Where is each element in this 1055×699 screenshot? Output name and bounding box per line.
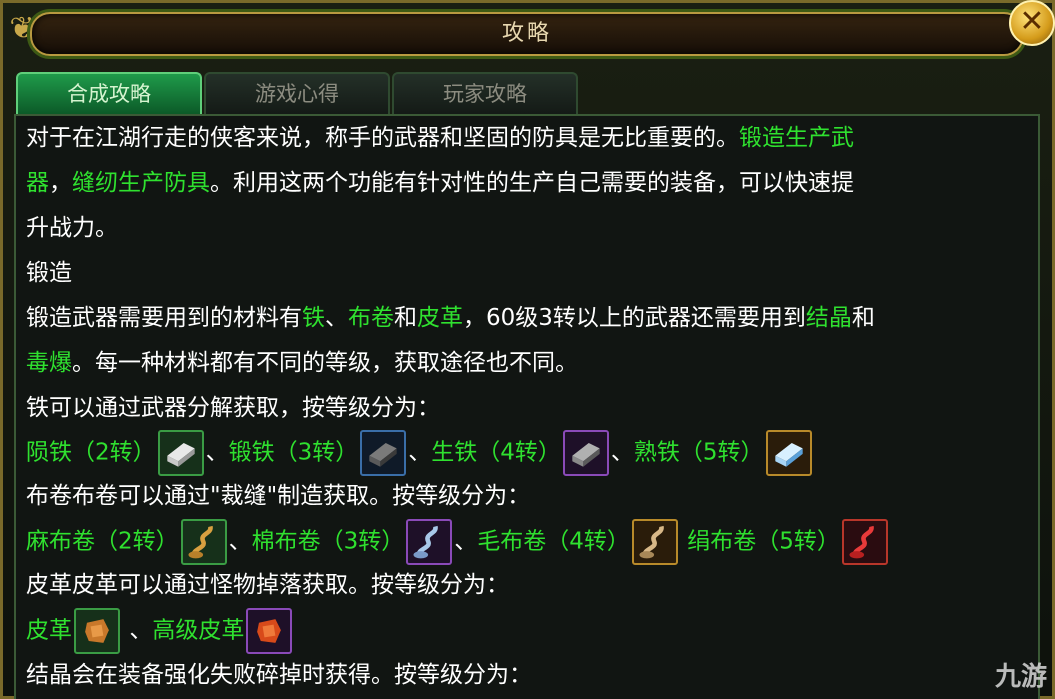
cloth-roll-icon[interactable]	[841, 519, 888, 565]
cloth-roll-icon[interactable]	[631, 519, 678, 565]
item-linen-roll: 麻布卷（2转）	[26, 528, 179, 555]
paragraph-intro: 对于在江湖行走的侠客来说，称手的武器和坚固的防具是无比重要的。锻造生产武	[26, 125, 854, 151]
item-cast-iron: 熟铁（5转）	[633, 439, 764, 466]
item-pig-iron: 生铁（4转）	[431, 439, 561, 466]
title-bar: 攻略	[30, 12, 1024, 56]
item-leather: 皮革	[26, 617, 72, 644]
leather-intro: 皮革皮革可以通过怪物掉落获取。按等级分为：	[26, 572, 509, 598]
iron-ingot-icon[interactable]	[562, 430, 609, 476]
section-heading-forge: 锻造	[26, 260, 72, 286]
paragraph-intro-3: 升战力。	[26, 215, 118, 241]
item-wool-roll: 毛布卷（4转）	[477, 528, 630, 555]
window-title: 攻略	[501, 21, 552, 46]
paragraph-materials-2: 毒爆。每一种材料都有不同的等级，获取途径也不同。	[26, 350, 578, 376]
cloth-list: 麻布卷（2转） 、棉布卷（3转） 、毛布卷（4转） 绢布卷（5转）	[26, 519, 890, 565]
tab-game-tips[interactable]: 游戏心得	[204, 72, 390, 114]
leather-list: 皮革 、高级皮革	[26, 608, 294, 654]
link-forge-weapon: 锻造生产武	[739, 125, 854, 151]
paragraph-materials: 锻造武器需要用到的材料有铁、布卷和皮革，60级3转以上的武器还需要用到结晶和	[26, 305, 875, 331]
guide-content: 对于在江湖行走的侠客来说，称手的武器和坚固的防具是无比重要的。锻造生产武 器，缝…	[14, 114, 1040, 699]
link-sew-armor: 缝纫生产防具	[72, 170, 210, 196]
iron-ingot-icon[interactable]	[157, 430, 204, 476]
cloth-intro: 布卷布卷可以通过"裁缝"制造获取。按等级分为：	[26, 483, 531, 509]
item-cotton-roll: 棉布卷（3转）	[251, 528, 405, 555]
tab-player-guide[interactable]: 玩家攻略	[392, 72, 578, 114]
paragraph-intro-2: 器，缝纫生产防具。利用这两个功能有针对性的生产自己需要的装备，可以快速提	[26, 170, 854, 196]
cloth-roll-icon[interactable]	[406, 519, 453, 565]
iron-ingot-icon[interactable]	[765, 430, 812, 476]
item-silk-roll: 绢布卷（5转）	[687, 528, 840, 555]
item-meteor-iron: 陨铁（2转）	[26, 439, 156, 466]
cloth-roll-icon[interactable]	[180, 519, 227, 565]
iron-list: 陨铁（2转） 、锻铁（3转） 、生铁（4转） 、熟铁（5转）	[26, 430, 814, 476]
close-icon[interactable]: ✕	[1009, 0, 1055, 46]
leather-icon[interactable]	[246, 608, 293, 654]
item-advanced-leather: 高级皮革	[152, 617, 245, 644]
watermark: 九游	[994, 662, 1047, 692]
iron-intro: 铁可以通过武器分解获取，按等级分为：	[26, 395, 440, 421]
crystal-intro: 结晶会在装备强化失败碎掉时获得。按等级分为：	[26, 662, 532, 688]
item-wrought-iron: 锻铁（3转）	[228, 439, 359, 466]
tab-synthesis-guide[interactable]: 合成攻略	[16, 72, 202, 114]
leather-icon[interactable]	[74, 608, 120, 654]
iron-ingot-icon[interactable]	[360, 430, 407, 476]
